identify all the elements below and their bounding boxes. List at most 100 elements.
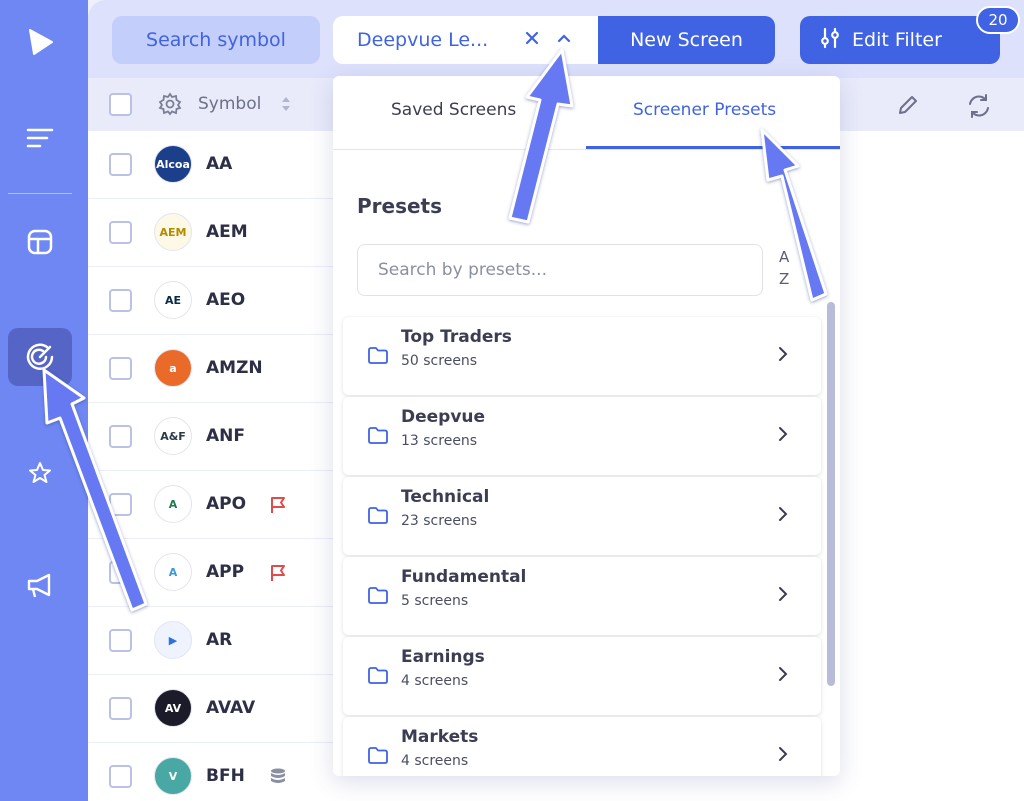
preset-folder-item[interactable]: Markets 4 screens	[343, 717, 821, 776]
preset-folder-item[interactable]: Fundamental 5 screens	[343, 557, 821, 635]
company-logo: Alcoa	[154, 145, 192, 183]
symbol-table: Alcoa AA AEM AEM AE AEO a AMZN A&F ANF A APO A APP ▶ AR…	[88, 131, 336, 801]
screener-target-icon[interactable]	[22, 339, 58, 375]
symbol-text[interactable]: APO	[206, 494, 246, 514]
refresh-icon[interactable]	[965, 92, 993, 124]
preset-count: 5 screens	[401, 593, 469, 609]
chevron-right-icon	[775, 745, 791, 767]
folder-icon	[367, 585, 389, 609]
company-logo: V	[154, 757, 192, 795]
company-logo: ▶	[154, 621, 192, 659]
flag-icon[interactable]	[268, 563, 288, 587]
company-logo: a	[154, 349, 192, 387]
chevron-right-icon	[775, 425, 791, 447]
symbol-text[interactable]: AVAV	[206, 698, 255, 718]
megaphone-icon[interactable]	[22, 568, 58, 604]
symbol-text[interactable]: BFH	[206, 766, 245, 786]
active-tab-indicator	[586, 146, 840, 149]
menu-lines-icon[interactable]	[22, 120, 58, 156]
company-logo: A&F	[154, 417, 192, 455]
folder-icon	[367, 665, 389, 689]
table-row[interactable]: ▶ AR	[88, 607, 336, 675]
row-checkbox[interactable]	[109, 425, 132, 448]
flag-icon[interactable]	[268, 495, 288, 519]
preset-name: Markets	[401, 727, 479, 747]
star-icon[interactable]	[22, 455, 58, 491]
folder-icon	[367, 345, 389, 369]
symbol-text[interactable]: AEM	[206, 222, 248, 242]
preset-count: 13 screens	[401, 433, 478, 449]
chevron-right-icon	[775, 345, 791, 367]
preset-folder-item[interactable]: Earnings 4 screens	[343, 637, 821, 715]
table-row[interactable]: AE AEO	[88, 267, 336, 335]
clear-screen-icon[interactable]	[524, 30, 540, 50]
sort-az-button[interactable]: AZ	[779, 246, 789, 290]
tabs-divider	[333, 149, 840, 150]
screen-name: Deepvue Le...	[357, 29, 489, 51]
symbol-text[interactable]: AEO	[206, 290, 245, 310]
preset-count: 50 screens	[401, 353, 478, 369]
preset-name: Technical	[401, 487, 490, 507]
row-checkbox[interactable]	[109, 289, 132, 312]
preset-name: Deepvue	[401, 407, 486, 427]
folder-icon	[367, 505, 389, 529]
row-checkbox[interactable]	[109, 357, 132, 380]
select-all-checkbox[interactable]	[109, 93, 132, 116]
row-checkbox[interactable]	[109, 153, 132, 176]
preset-count: 23 screens	[401, 513, 478, 529]
new-screen-button[interactable]: New Screen	[598, 16, 775, 64]
edit-filter-button[interactable]: Edit Filter	[800, 16, 1000, 64]
database-icon[interactable]	[268, 767, 288, 791]
sort-icon[interactable]	[281, 96, 291, 116]
presets-title: Presets	[357, 194, 443, 218]
table-row[interactable]: AEM AEM	[88, 199, 336, 267]
settings-gear-icon[interactable]	[158, 92, 182, 120]
folder-icon	[367, 745, 389, 769]
row-checkbox[interactable]	[109, 765, 132, 788]
preset-folder-item[interactable]: Technical 23 screens	[343, 477, 821, 555]
sliders-icon	[818, 26, 842, 55]
company-logo: AE	[154, 281, 192, 319]
table-row[interactable]: Alcoa AA	[88, 131, 336, 199]
table-row[interactable]: a AMZN	[88, 335, 336, 403]
row-checkbox[interactable]	[109, 697, 132, 720]
preset-folder-item[interactable]: Top Traders 50 screens	[343, 317, 821, 395]
company-logo: AEM	[154, 213, 192, 251]
symbol-text[interactable]: ANF	[206, 426, 245, 446]
symbol-text[interactable]: AR	[206, 630, 232, 650]
row-checkbox[interactable]	[109, 493, 132, 516]
layout-icon[interactable]	[22, 224, 58, 260]
scrollbar[interactable]	[827, 302, 835, 686]
search-symbol-button[interactable]: Search symbol	[112, 16, 320, 64]
table-row[interactable]: V BFH	[88, 743, 336, 801]
symbol-text[interactable]: APP	[206, 562, 244, 582]
tab-screener-presets[interactable]: Screener Presets	[633, 100, 776, 120]
symbol-text[interactable]: AA	[206, 154, 232, 174]
preset-name: Top Traders	[401, 327, 512, 347]
row-checkbox[interactable]	[109, 221, 132, 244]
left-rail	[0, 0, 88, 801]
filter-count-badge: 20	[976, 6, 1020, 34]
row-checkbox[interactable]	[109, 629, 132, 652]
table-row[interactable]: A&F ANF	[88, 403, 336, 471]
table-row[interactable]: A APP	[88, 539, 336, 607]
symbol-text[interactable]: AMZN	[206, 358, 263, 378]
table-row[interactable]: AV AVAV	[88, 675, 336, 743]
tab-saved-screens[interactable]: Saved Screens	[391, 100, 516, 120]
logo-play-icon[interactable]	[22, 24, 58, 60]
company-logo: A	[154, 485, 192, 523]
edit-filter-label: Edit Filter	[852, 29, 942, 51]
chevron-up-icon[interactable]	[556, 30, 572, 50]
rail-separator	[8, 193, 72, 194]
screen-dropdown-panel: Saved Screens Screener Presets Presets A…	[333, 76, 840, 776]
preset-count: 4 screens	[401, 673, 469, 689]
symbol-column-header[interactable]: Symbol	[198, 94, 261, 114]
company-logo: A	[154, 553, 192, 591]
row-checkbox[interactable]	[109, 561, 132, 584]
preset-search-input[interactable]	[357, 244, 763, 296]
table-row[interactable]: A APO	[88, 471, 336, 539]
preset-count: 4 screens	[401, 753, 469, 769]
preset-name: Earnings	[401, 647, 485, 667]
preset-folder-item[interactable]: Deepvue 13 screens	[343, 397, 821, 475]
edit-pencil-icon[interactable]	[895, 92, 921, 122]
